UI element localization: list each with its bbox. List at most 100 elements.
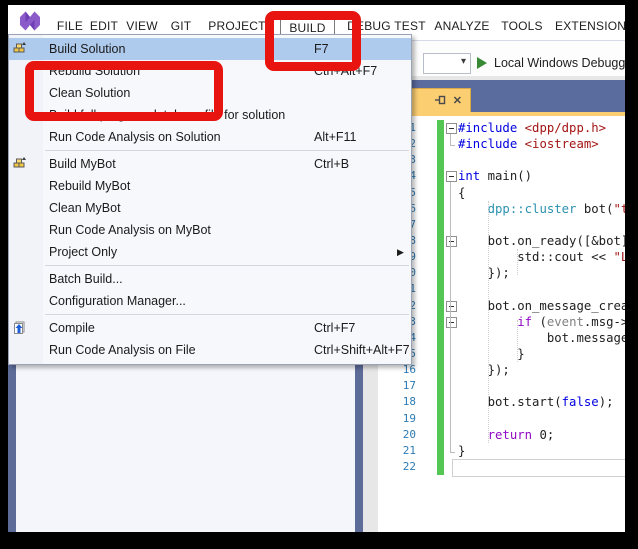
code-token: } bbox=[458, 444, 465, 458]
menu-item-shortcut: Ctrl+B bbox=[314, 157, 349, 171]
submenu-arrow-icon: ▶ bbox=[397, 247, 404, 258]
code-token: #include bbox=[458, 121, 525, 135]
code-line-15: } bbox=[458, 346, 625, 362]
code-line-7 bbox=[458, 217, 625, 233]
visual-studio-window: FILEEDITVIEWGITPROJECTBUILDDEBUGTESTANAL… bbox=[8, 5, 625, 532]
chevron-down-icon: ▾ bbox=[461, 56, 466, 67]
run-button-label: Local Windows Debugger bbox=[494, 56, 625, 70]
code-token: event bbox=[547, 315, 584, 329]
menubar-item-analyze[interactable]: ANALYZE bbox=[431, 15, 493, 37]
menu-item-batch-build[interactable]: Batch Build... bbox=[9, 268, 411, 290]
line-number: 20 bbox=[378, 427, 416, 443]
code-line-18: bot.start(false); bbox=[458, 394, 625, 410]
menu-item-project-only[interactable]: Project Only ▶ bbox=[9, 241, 411, 263]
menu-item-label: Project Only bbox=[49, 245, 117, 259]
code-token: bot.start( bbox=[458, 395, 562, 409]
start-debugging-button[interactable]: Local Windows Debugger bbox=[477, 52, 625, 73]
code-line-11 bbox=[458, 281, 625, 297]
code-token: <iostream> bbox=[525, 137, 599, 151]
close-icon[interactable]: ✕ bbox=[453, 96, 462, 107]
build-menu-dropdown: Build SolutionF7Rebuild SolutionCtrl+Alt… bbox=[8, 34, 412, 365]
menu-item-label: Build Solution bbox=[49, 42, 125, 56]
indent-guide bbox=[488, 201, 490, 443]
code-line-6: dpp::cluster bot("token"); bbox=[458, 201, 625, 217]
line-number: 17 bbox=[378, 378, 416, 394]
code-line-4: int main() bbox=[458, 168, 625, 184]
menu-item-configuration-manager[interactable]: Configuration Manager... bbox=[9, 290, 411, 312]
menu-item-shortcut: Ctrl+Shift+Alt+F7 bbox=[314, 343, 410, 357]
annotation-box-build-solution bbox=[25, 61, 223, 121]
code-token: <dpp/dpp.h> bbox=[525, 121, 606, 135]
line-number: 19 bbox=[378, 411, 416, 427]
code-line-10: }); bbox=[458, 265, 625, 281]
code-text[interactable]: #include <dpp/dpp.h>#include <iostream> i… bbox=[458, 120, 625, 475]
configuration-combobox[interactable]: ▾ bbox=[423, 53, 471, 74]
menu-separator bbox=[45, 314, 409, 315]
code-line-9: std::cout << "Logged in" bbox=[458, 249, 625, 265]
pin-icon[interactable] bbox=[435, 92, 446, 110]
fold-guide-foot bbox=[450, 145, 455, 146]
menu-item-label: Run Code Analysis on Solution bbox=[49, 130, 221, 144]
fold-collapse-box[interactable] bbox=[446, 171, 457, 182]
code-token: bot.message_create( bbox=[458, 331, 625, 345]
code-line-16: }); bbox=[458, 362, 625, 378]
code-line-3 bbox=[458, 152, 625, 168]
menu-item-compile[interactable]: Compile Ctrl+F7 bbox=[9, 317, 411, 339]
menu-separator bbox=[45, 150, 409, 151]
code-token: int bbox=[458, 169, 480, 183]
code-token: }); bbox=[458, 363, 510, 377]
menu-item-build-mybot[interactable]: Build MyBot Ctrl+B bbox=[9, 153, 411, 175]
code-token bbox=[458, 202, 488, 216]
code-token: } bbox=[458, 347, 525, 361]
code-token: main() bbox=[480, 169, 532, 183]
menu-item-shortcut: Ctrl+F7 bbox=[314, 321, 355, 335]
code-token: #include bbox=[458, 137, 525, 151]
fold-collapse-box[interactable] bbox=[446, 123, 457, 134]
menu-item-label: Run Code Analysis on MyBot bbox=[49, 223, 211, 237]
menu-item-rebuild-mybot[interactable]: Rebuild MyBot bbox=[9, 175, 411, 197]
fold-guide-line bbox=[450, 182, 451, 452]
code-line-21: } bbox=[458, 443, 625, 459]
fold-collapse-box[interactable] bbox=[446, 301, 457, 312]
menu-item-label: Build MyBot bbox=[49, 157, 116, 171]
line-number: 22 bbox=[378, 459, 416, 475]
indent-guide bbox=[517, 249, 519, 275]
code-token: "Logged in" bbox=[613, 250, 625, 264]
code-token bbox=[458, 428, 488, 442]
code-token: }); bbox=[458, 266, 510, 280]
code-token: bot.on_ready([&bot]( bbox=[458, 234, 625, 248]
code-line-12: bot.on_message_create( bbox=[458, 298, 625, 314]
menu-item-label: Configuration Manager... bbox=[49, 294, 186, 308]
menu-item-run-code-analysis-on-mybot[interactable]: Run Code Analysis on MyBot bbox=[9, 219, 411, 241]
fold-collapse-box[interactable] bbox=[446, 236, 457, 247]
code-token: if bbox=[517, 315, 532, 329]
code-line-19 bbox=[458, 411, 625, 427]
change-tracking-bar bbox=[437, 120, 444, 475]
code-line-20: return 0; bbox=[458, 427, 625, 443]
build-icon bbox=[12, 156, 28, 172]
code-token: ( bbox=[532, 315, 547, 329]
fold-collapse-box[interactable] bbox=[446, 317, 457, 328]
menu-item-label: Run Code Analysis on File bbox=[49, 343, 196, 357]
compile-icon bbox=[12, 320, 28, 336]
code-line-22 bbox=[458, 459, 625, 475]
line-number: 21 bbox=[378, 443, 416, 459]
code-line-14: bot.message_create( bbox=[458, 330, 625, 346]
menu-item-clean-mybot[interactable]: Clean MyBot bbox=[9, 197, 411, 219]
indent-guide bbox=[517, 320, 519, 362]
menu-item-run-code-analysis-on-file[interactable]: Run Code Analysis on File Ctrl+Shift+Alt+… bbox=[9, 339, 411, 361]
fold-guide-line bbox=[450, 134, 451, 145]
code-token: false bbox=[562, 395, 599, 409]
menubar-item-tools[interactable]: TOOLS bbox=[499, 15, 545, 37]
code-line-8: bot.on_ready([&bot]( bbox=[458, 233, 625, 249]
annotation-box-build bbox=[265, 11, 361, 71]
code-token: ); bbox=[599, 395, 614, 409]
menu-item-run-code-analysis-on-solution[interactable]: Run Code Analysis on Solution Alt+F11 bbox=[9, 126, 411, 148]
screenshot-root: FILEEDITVIEWGITPROJECTBUILDDEBUGTESTANAL… bbox=[0, 0, 638, 549]
menu-item-shortcut: Alt+F11 bbox=[314, 130, 357, 144]
menubar-item-extensions[interactable]: EXTENSIONS bbox=[555, 15, 625, 37]
code-token: bot( bbox=[576, 202, 613, 216]
menu-item-label: Compile bbox=[49, 321, 95, 335]
code-line-2: #include <iostream> bbox=[458, 136, 625, 152]
visual-studio-logo-icon bbox=[17, 8, 43, 34]
